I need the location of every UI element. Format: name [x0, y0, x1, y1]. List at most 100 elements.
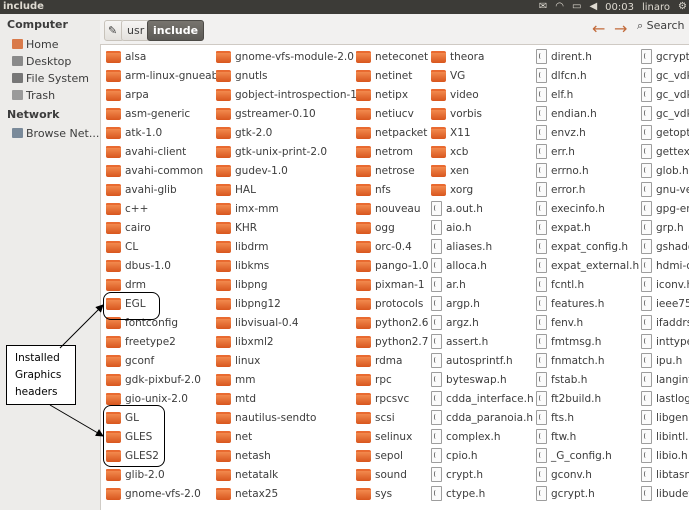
- back-arrow-icon[interactable]: ←: [592, 19, 605, 38]
- folder-item[interactable]: alsa: [106, 47, 146, 66]
- folder-item[interactable]: HAL: [216, 180, 256, 199]
- file-item[interactable]: libio.h: [641, 446, 688, 465]
- folder-item[interactable]: theora: [431, 47, 484, 66]
- file-item[interactable]: alloca.h: [431, 256, 487, 275]
- folder-item[interactable]: pango-1.0: [356, 256, 429, 275]
- folder-item[interactable]: atk-1.0: [106, 123, 162, 142]
- folder-item[interactable]: nautilus-sendto: [216, 408, 316, 427]
- folder-item[interactable]: mm: [216, 370, 255, 389]
- file-item[interactable]: errno.h: [536, 161, 589, 180]
- file-item[interactable]: expat.h: [536, 218, 591, 237]
- file-item[interactable]: gshado: [641, 237, 689, 256]
- folder-item[interactable]: gnome-vfs-module-2.0: [216, 47, 354, 66]
- folder-item[interactable]: dbus-1.0: [106, 256, 171, 275]
- folder-item[interactable]: avahi-client: [106, 142, 186, 161]
- file-item[interactable]: autosprintf.h: [431, 351, 513, 370]
- folder-item[interactable]: avahi-glib: [106, 180, 177, 199]
- folder-item[interactable]: net: [216, 427, 252, 446]
- file-item[interactable]: argz.h: [431, 313, 479, 332]
- file-item[interactable]: argp.h: [431, 294, 480, 313]
- folder-item[interactable]: rpc: [356, 370, 392, 389]
- file-item[interactable]: a.out.h: [431, 199, 483, 218]
- folder-item[interactable]: glib-2.0: [106, 465, 165, 484]
- file-item[interactable]: fnmatch.h: [536, 351, 605, 370]
- search-button[interactable]: ⌕ Search: [637, 19, 684, 33]
- folder-item[interactable]: arpa: [106, 85, 149, 104]
- file-item[interactable]: fenv.h: [536, 313, 583, 332]
- file-item[interactable]: glob.h: [641, 161, 689, 180]
- folder-item[interactable]: rdma: [356, 351, 402, 370]
- folder-item[interactable]: neteconet: [356, 47, 428, 66]
- file-item[interactable]: libgen.l: [641, 408, 689, 427]
- file-item[interactable]: envz.h: [536, 123, 586, 142]
- file-item[interactable]: gconv.h: [536, 465, 592, 484]
- file-item[interactable]: inttype: [641, 332, 689, 351]
- file-item[interactable]: gcrypt.h: [536, 484, 595, 503]
- file-item[interactable]: hdmi-c: [641, 256, 689, 275]
- file-item[interactable]: gpg-err: [641, 199, 689, 218]
- folder-item[interactable]: avahi-common: [106, 161, 203, 180]
- sidebar-item-home[interactable]: Home: [12, 36, 58, 52]
- file-item[interactable]: aio.h: [431, 218, 472, 237]
- sidebar-item-desktop[interactable]: Desktop: [12, 53, 71, 69]
- folder-item[interactable]: netax25: [216, 484, 278, 503]
- file-item[interactable]: crypt.h: [431, 465, 483, 484]
- user-name[interactable]: linaro: [642, 2, 670, 13]
- breadcrumb-include[interactable]: include: [147, 20, 205, 41]
- folder-item[interactable]: netrom: [356, 142, 413, 161]
- breadcrumb-usr[interactable]: usr: [121, 20, 151, 41]
- file-item[interactable]: complex.h: [431, 427, 501, 446]
- folder-item[interactable]: xen: [431, 161, 469, 180]
- folder-item[interactable]: sys: [356, 484, 392, 503]
- file-item[interactable]: endian.h: [536, 104, 597, 123]
- file-item[interactable]: ieee754: [641, 294, 689, 313]
- folder-item[interactable]: sepol: [356, 446, 403, 465]
- gear-icon[interactable]: ⚙: [678, 0, 687, 14]
- folder-item[interactable]: gudev-1.0: [216, 161, 288, 180]
- file-item[interactable]: ar.h: [431, 275, 466, 294]
- folder-item[interactable]: libpng: [216, 275, 267, 294]
- file-item[interactable]: ftw.h: [536, 427, 576, 446]
- file-item[interactable]: libintl.h: [641, 427, 689, 446]
- folder-item[interactable]: gtk-2.0: [216, 123, 272, 142]
- file-item[interactable]: features.h: [536, 294, 604, 313]
- folder-item[interactable]: ogg: [356, 218, 395, 237]
- volume-icon[interactable]: ◀: [589, 0, 597, 14]
- folder-item[interactable]: mtd: [216, 389, 256, 408]
- folder-item[interactable]: xcb: [431, 142, 468, 161]
- sidebar-item-file-system[interactable]: File System: [12, 70, 89, 86]
- file-item[interactable]: ctype.h: [431, 484, 485, 503]
- file-item[interactable]: ifaddrs: [641, 313, 689, 332]
- file-item[interactable]: dirent.h: [536, 47, 592, 66]
- file-item[interactable]: assert.h: [431, 332, 488, 351]
- folder-item[interactable]: gstreamer-0.10: [216, 104, 316, 123]
- folder-item[interactable]: linux: [216, 351, 260, 370]
- folder-item[interactable]: rpcsvc: [356, 389, 409, 408]
- folder-item[interactable]: libpng12: [216, 294, 281, 313]
- file-item[interactable]: aliases.h: [431, 237, 492, 256]
- folder-item[interactable]: libvisual-0.4: [216, 313, 299, 332]
- folder-item[interactable]: gtk-unix-print-2.0: [216, 142, 327, 161]
- file-item[interactable]: fts.h: [536, 408, 574, 427]
- folder-item[interactable]: gconf: [106, 351, 154, 370]
- folder-item[interactable]: libdrm: [216, 237, 269, 256]
- folder-item[interactable]: xorg: [431, 180, 473, 199]
- folder-item[interactable]: arm-linux-gnueabi: [106, 66, 221, 85]
- sidebar-item-browse-network[interactable]: Browse Net...: [12, 125, 99, 141]
- folder-item[interactable]: CL: [106, 237, 138, 256]
- file-item[interactable]: getopt.: [641, 123, 689, 142]
- folder-item[interactable]: netash: [216, 446, 271, 465]
- folder-item[interactable]: scsi: [356, 408, 395, 427]
- folder-item[interactable]: netiucv: [356, 104, 414, 123]
- file-item[interactable]: byteswap.h: [431, 370, 507, 389]
- file-item[interactable]: cdda_paranoia.h: [431, 408, 533, 427]
- battery-icon[interactable]: ▭: [572, 0, 581, 14]
- file-item[interactable]: error.h: [536, 180, 585, 199]
- clock[interactable]: 00:03: [605, 2, 634, 13]
- folder-item[interactable]: KHR: [216, 218, 257, 237]
- folder-item[interactable]: asm-generic: [106, 104, 190, 123]
- sidebar-item-trash[interactable]: Trash: [12, 87, 55, 103]
- folder-item[interactable]: gdk-pixbuf-2.0: [106, 370, 201, 389]
- file-item[interactable]: cdda_interface.h: [431, 389, 534, 408]
- file-item[interactable]: err.h: [536, 142, 575, 161]
